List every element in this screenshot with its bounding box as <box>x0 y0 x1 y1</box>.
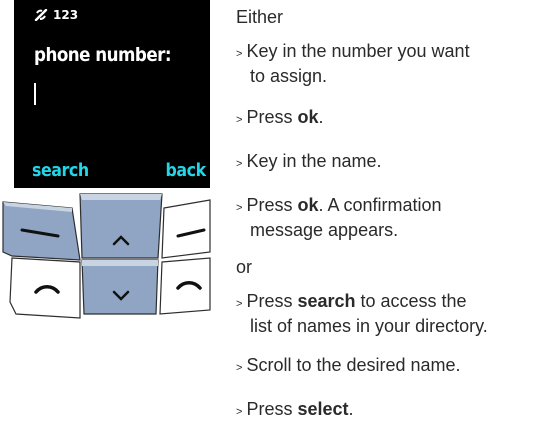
phone-screen: 123 phone number: search back <box>14 0 210 188</box>
status-bar: 123 <box>34 8 78 22</box>
step-press-select: > Press select. <box>236 399 354 419</box>
step-scroll: > Scroll to the desired name. <box>236 355 461 375</box>
up-key[interactable] <box>79 193 163 259</box>
or-label: or <box>236 257 253 277</box>
left-softkey[interactable] <box>2 201 81 261</box>
right-softkey[interactable] <box>161 199 211 259</box>
call-key[interactable] <box>9 257 81 319</box>
screen-prompt: phone number: <box>34 44 172 66</box>
text-cursor <box>34 83 36 105</box>
step-press-ok-2: > Press ok. A confirmation message appear… <box>236 195 442 240</box>
softkey-label-search[interactable]: search <box>32 160 89 181</box>
step-key-name: > Key in the name. <box>236 151 382 171</box>
step-press-search: > Press search to access the list of name… <box>236 291 488 336</box>
status-number: 123 <box>53 8 79 22</box>
either-label: Either <box>236 7 284 27</box>
step-press-ok-1: > Press ok. <box>236 107 324 127</box>
hang-up-key[interactable] <box>159 257 211 315</box>
step-key-number: > Key in the number you want to assign. <box>236 41 470 86</box>
softkey-label-back[interactable]: back <box>166 160 207 181</box>
keypad <box>2 193 211 319</box>
phone-signal-icon <box>34 9 48 21</box>
down-key[interactable] <box>81 259 159 315</box>
